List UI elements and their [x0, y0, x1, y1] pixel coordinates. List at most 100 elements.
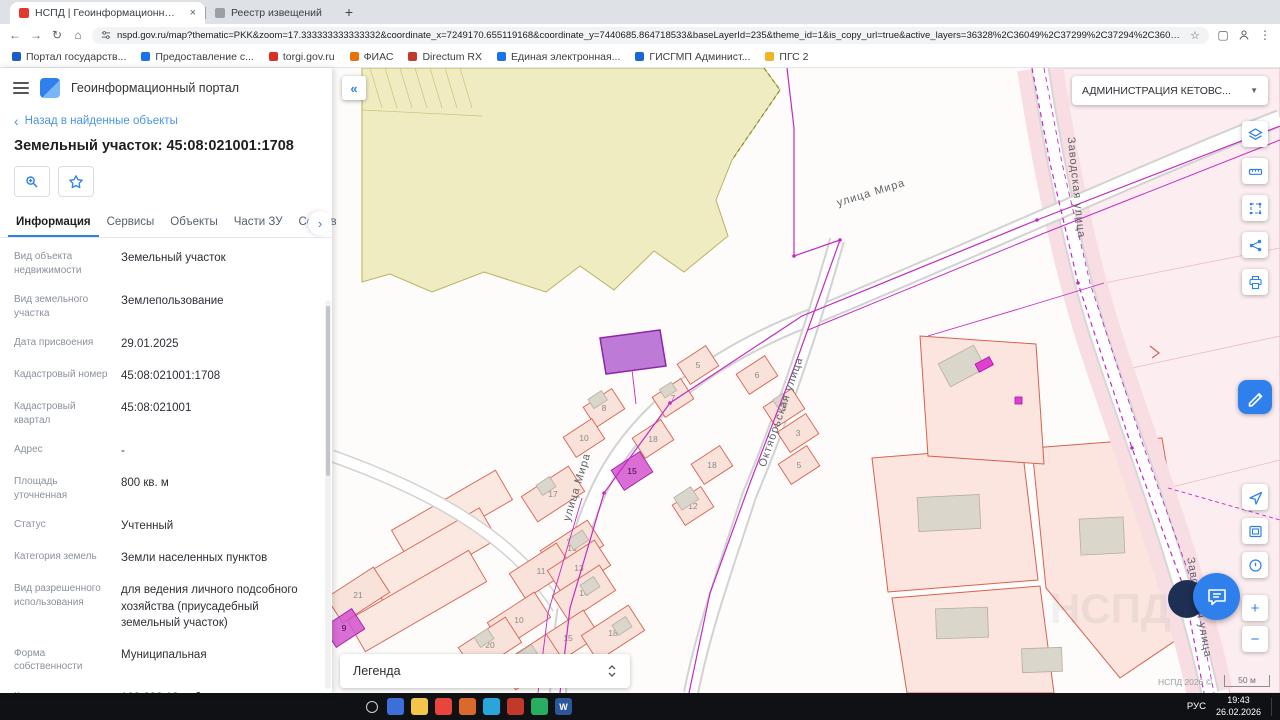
- bookmark-label: Единая электронная...: [511, 51, 620, 63]
- parcel-title: Земельный участок: 45:08:021001:1708: [0, 130, 332, 158]
- tab-group-icon[interactable]: ▢: [1216, 29, 1230, 41]
- bookmark-item[interactable]: torgi.gov.ru: [269, 51, 335, 63]
- print-button[interactable]: [1242, 269, 1268, 295]
- search-icon[interactable]: [366, 701, 378, 713]
- language-indicator[interactable]: РУС: [1187, 701, 1206, 712]
- bookmark-item[interactable]: ГИСГМП Админист...: [635, 51, 750, 63]
- bookmark-item[interactable]: Предоставление с...: [141, 51, 253, 63]
- favorite-button[interactable]: [58, 166, 94, 197]
- tab-Части ЗУ[interactable]: Части ЗУ: [226, 207, 291, 237]
- folder-icon[interactable]: [411, 698, 428, 715]
- tab-favicon-icon: [19, 8, 29, 18]
- reload-icon[interactable]: ↻: [50, 29, 64, 41]
- share-button[interactable]: [1242, 232, 1268, 258]
- bookmark-star-icon[interactable]: ☆: [1190, 29, 1200, 42]
- bookmark-favicon-icon: [408, 52, 417, 61]
- cadastral-parcel[interactable]: 18: [691, 446, 733, 485]
- parcel-number: 9: [342, 623, 347, 633]
- taskbar-clock[interactable]: 19:43 26.02.2026: [1216, 695, 1261, 718]
- bookmark-favicon-icon: [141, 52, 150, 61]
- parcel-number: 10: [514, 615, 524, 625]
- parcel-number: 15: [563, 633, 573, 643]
- locate-object-button[interactable]: [14, 166, 50, 197]
- info-row: Кадастровая стоимость108 233,12 руб.: [14, 682, 314, 693]
- bookmark-item[interactable]: Единая электронная...: [497, 51, 620, 63]
- parcel-number: 11: [537, 566, 546, 576]
- info-label: Статус: [14, 518, 109, 534]
- site-settings-icon[interactable]: [101, 30, 111, 40]
- collapse-panel-button[interactable]: «: [342, 76, 366, 100]
- cadastral-parcel[interactable]: 18: [581, 605, 644, 661]
- region-dropdown[interactable]: АДМИНИСТРАЦИЯ КЕТОВС... ▼: [1072, 76, 1268, 105]
- browser-menu-icon[interactable]: ⋮: [1258, 29, 1272, 41]
- mail-app-icon[interactable]: [387, 698, 404, 715]
- map-canvas[interactable]: 5786431018155181217161113141015181920219: [332, 68, 1280, 693]
- tab-Сервисы[interactable]: Сервисы: [99, 207, 163, 237]
- menu-icon[interactable]: [13, 82, 29, 94]
- ruler-icon: [1248, 164, 1263, 179]
- info-label: Кадастровый номер: [14, 368, 109, 384]
- layers-button[interactable]: [1242, 121, 1268, 147]
- show-desktop-button[interactable]: [1271, 698, 1274, 716]
- bookmarks-bar: Портал государств... Предоставление с... t…: [0, 46, 1280, 68]
- telegram-icon[interactable]: [483, 698, 500, 715]
- address-bar[interactable]: nspd.gov.ru/map?thematic=PKK&zoom=17.333…: [92, 27, 1209, 44]
- geolocation-button[interactable]: [1242, 484, 1268, 510]
- tab-close-icon[interactable]: ×: [190, 7, 196, 19]
- info-row: Дата присвоения29.01.2025: [14, 328, 314, 360]
- bookmark-label: Предоставление с...: [155, 51, 253, 63]
- tab-Информация[interactable]: Информация: [8, 207, 99, 237]
- profile-icon[interactable]: [1238, 29, 1250, 41]
- bookmark-label: torgi.gov.ru: [283, 51, 335, 63]
- info-row: СтатусУчтенный: [14, 510, 314, 542]
- zoom-out-button[interactable]: −: [1242, 626, 1268, 652]
- browser-tab[interactable]: Реестр извещений: [206, 2, 331, 24]
- bookmark-item[interactable]: ФИАС: [350, 51, 394, 63]
- chat-button[interactable]: [1193, 573, 1240, 620]
- info-row: Вид разрешенного использованиядля ведени…: [14, 574, 314, 638]
- legend-bar[interactable]: Легенда: [340, 654, 630, 688]
- sheets-app-icon[interactable]: [531, 698, 548, 715]
- tab-Объекты[interactable]: Объекты: [162, 207, 225, 237]
- geolocation-icon: [1248, 490, 1263, 505]
- taskbar-apps: W: [340, 698, 572, 715]
- basemap-icon: [1248, 524, 1263, 539]
- tabs-overflow-button[interactable]: ›: [308, 211, 332, 235]
- measure-area-icon: [1248, 201, 1263, 216]
- bookmark-item[interactable]: ПГС 2: [765, 51, 808, 63]
- ruler-button[interactable]: [1242, 158, 1268, 184]
- info-row: Форма собственностиМуниципальная: [14, 639, 314, 682]
- feedback-button[interactable]: [1242, 552, 1268, 578]
- browser-actions: ▢ ⋮: [1216, 29, 1272, 41]
- zoom-in-button[interactable]: +: [1242, 595, 1268, 621]
- cadastral-parcel[interactable]: 6: [736, 356, 778, 395]
- browser-tab[interactable]: НСПД | Геоинформационный п×: [10, 2, 205, 24]
- info-label: Площадь уточненная: [14, 475, 109, 502]
- browser-app-icon[interactable]: [459, 698, 476, 715]
- expand-collapse-icon: [607, 663, 617, 679]
- basemap-button[interactable]: [1242, 518, 1268, 544]
- directum-icon[interactable]: [507, 698, 524, 715]
- word-icon[interactable]: W: [555, 698, 572, 715]
- info-value: для ведения личного подсобного хозяйства…: [121, 582, 314, 630]
- info-value: 45:08:021001: [121, 400, 314, 427]
- measure-area-button[interactable]: [1242, 195, 1268, 221]
- back-to-results-link[interactable]: ‹ Назад в найденные объекты: [0, 106, 332, 130]
- start-icon[interactable]: [340, 698, 357, 715]
- app-window: Геоинформационный портал ‹ Назад в найде…: [0, 68, 1280, 693]
- info-label: Вид земельного участка: [14, 293, 109, 320]
- panel-header: Геоинформационный портал: [0, 68, 332, 106]
- bookmark-item[interactable]: Портал государств...: [12, 51, 126, 63]
- new-tab-button[interactable]: +: [339, 2, 359, 22]
- back-icon[interactable]: ←: [8, 29, 22, 41]
- info-value: 800 кв. м: [121, 475, 314, 502]
- chrome-icon[interactable]: [435, 698, 452, 715]
- home-icon[interactable]: ⌂: [71, 29, 85, 41]
- layers-icon: [1248, 127, 1263, 142]
- cadastral-parcel[interactable]: 5: [778, 446, 820, 485]
- draw-tool-button[interactable]: [1238, 380, 1272, 414]
- panel-scrollbar[interactable]: [325, 300, 331, 689]
- info-row: Вид объекта недвижимостиЗемельный участо…: [14, 242, 314, 285]
- forward-icon[interactable]: →: [29, 29, 43, 41]
- bookmark-item[interactable]: Directum RX: [408, 51, 482, 63]
